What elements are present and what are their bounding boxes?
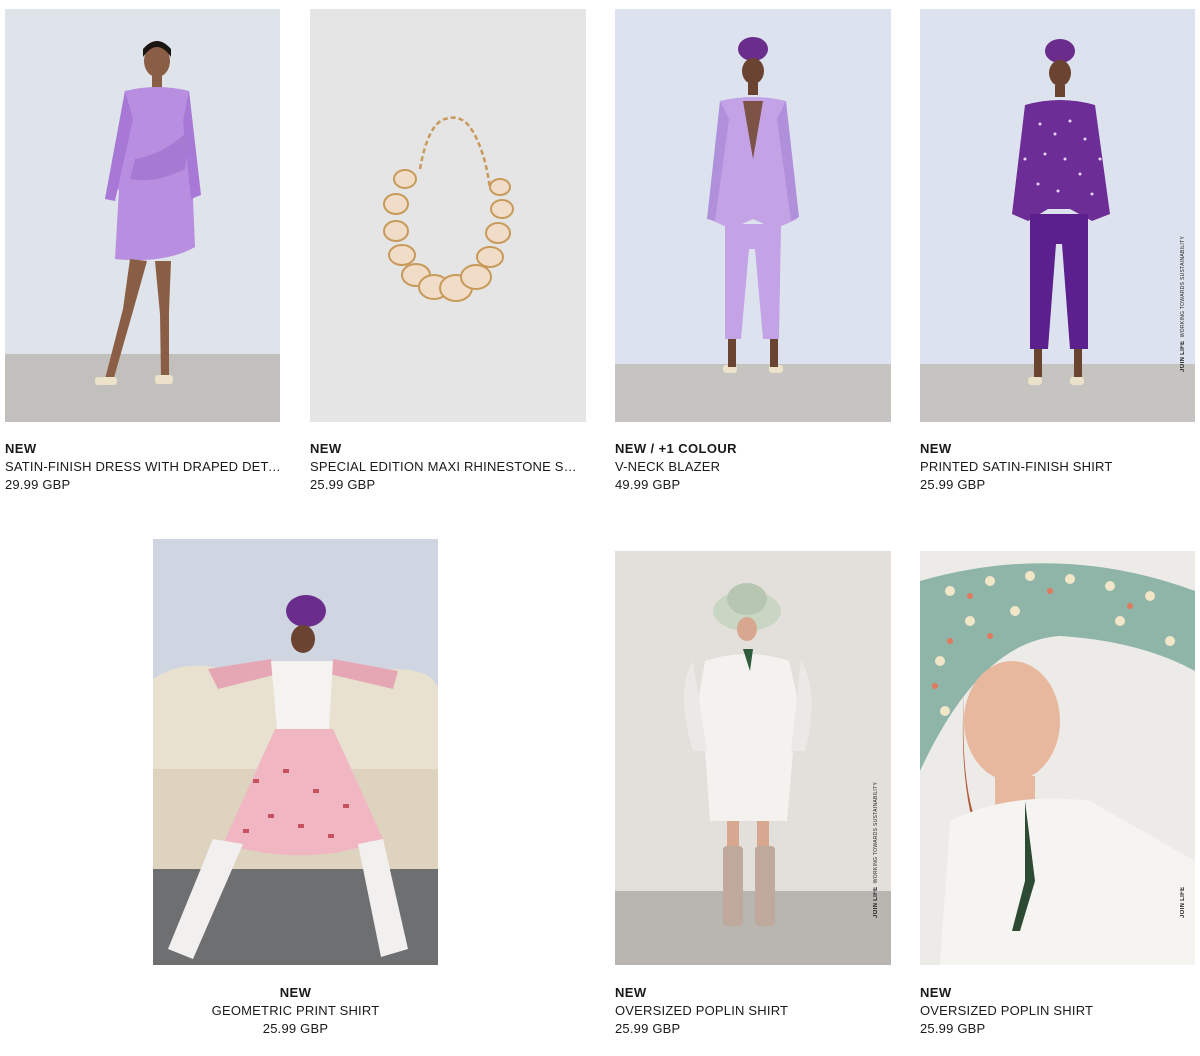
new-badge: NEW — [615, 985, 647, 1000]
product-card[interactable]: NEW GEOMETRIC PRINT SHIRT 25.99 GBP — [152, 538, 439, 1050]
new-badge: NEW — [279, 985, 312, 1000]
product-price: 29.99 GBP — [5, 477, 71, 492]
product-image[interactable] — [153, 539, 438, 965]
product-image[interactable] — [615, 9, 891, 422]
product-name[interactable]: OVERSIZED POPLIN SHIRT — [615, 1002, 895, 1020]
product-card[interactable]: JOIN LIFE WORKING TOWARDS SUSTAINABILITY… — [915, 0, 1200, 500]
product-card[interactable]: NEW SPECIAL EDITION MAXI RHINESTONE SEA…… — [305, 0, 595, 500]
join-life-tag: JOIN LIFE — [1180, 887, 1186, 918]
new-badge: NEW — [920, 985, 952, 1000]
product-card[interactable]: JOIN LIFE WORKING TOWARDS SUSTAINABILITY… — [610, 538, 900, 1050]
new-badge: NEW — [5, 441, 37, 456]
tag-brand: JOIN LIFE — [1180, 340, 1186, 372]
product-name[interactable]: V-NECK BLAZER — [615, 458, 895, 476]
product-card[interactable]: NEW / +1 COLOUR V-NECK BLAZER 49.99 GBP — [610, 0, 900, 500]
tag-brand: JOIN LIFE — [873, 886, 879, 918]
product-price: 25.99 GBP — [615, 1021, 681, 1036]
product-info: NEW PRINTED SATIN-FINISH SHIRT 25.99 GBP — [920, 440, 1195, 494]
product-name[interactable]: PRINTED SATIN-FINISH SHIRT — [920, 458, 1195, 476]
product-price: 25.99 GBP — [262, 1021, 329, 1036]
product-image[interactable] — [920, 9, 1195, 422]
product-name[interactable]: SATIN-FINISH DRESS WITH DRAPED DETAIL — [5, 458, 285, 476]
product-name[interactable]: SPECIAL EDITION MAXI RHINESTONE SEA… — [310, 458, 582, 476]
product-image[interactable] — [920, 551, 1195, 965]
product-name[interactable]: GEOMETRIC PRINT SHIRT — [152, 1002, 439, 1020]
tag-text: WORKING TOWARDS SUSTAINABILITY — [1180, 235, 1186, 338]
product-info: NEW GEOMETRIC PRINT SHIRT 25.99 GBP — [152, 984, 439, 1038]
product-image[interactable] — [310, 9, 586, 422]
new-badge: NEW — [310, 441, 342, 456]
join-life-tag: JOIN LIFE WORKING TOWARDS SUSTAINABILITY — [873, 782, 879, 918]
new-badge: NEW — [920, 441, 952, 456]
product-image[interactable] — [615, 551, 891, 965]
product-name[interactable]: OVERSIZED POPLIN SHIRT — [920, 1002, 1195, 1020]
tag-brand: JOIN LIFE — [1180, 886, 1186, 918]
new-badge: NEW / +1 COLOUR — [615, 441, 737, 456]
product-price: 25.99 GBP — [920, 1021, 986, 1036]
product-card[interactable]: NEW SATIN-FINISH DRESS WITH DRAPED DETAI… — [0, 0, 290, 500]
product-info: NEW / +1 COLOUR V-NECK BLAZER 49.99 GBP — [615, 440, 895, 494]
join-life-tag: JOIN LIFE WORKING TOWARDS SUSTAINABILITY — [1180, 236, 1186, 372]
product-price: 49.99 GBP — [615, 477, 681, 492]
product-price: 25.99 GBP — [310, 477, 376, 492]
product-price: 25.99 GBP — [920, 477, 986, 492]
product-info: NEW SPECIAL EDITION MAXI RHINESTONE SEA…… — [310, 440, 582, 494]
product-info: NEW SATIN-FINISH DRESS WITH DRAPED DETAI… — [5, 440, 285, 494]
product-info: NEW OVERSIZED POPLIN SHIRT 25.99 GBP — [920, 984, 1195, 1038]
product-info: NEW OVERSIZED POPLIN SHIRT 25.99 GBP — [615, 984, 895, 1038]
tag-text: WORKING TOWARDS SUSTAINABILITY — [873, 781, 879, 884]
product-image[interactable] — [5, 9, 280, 422]
product-card[interactable]: JOIN LIFE NEW OVERSIZED POPLIN SHIRT 25.… — [915, 538, 1200, 1050]
